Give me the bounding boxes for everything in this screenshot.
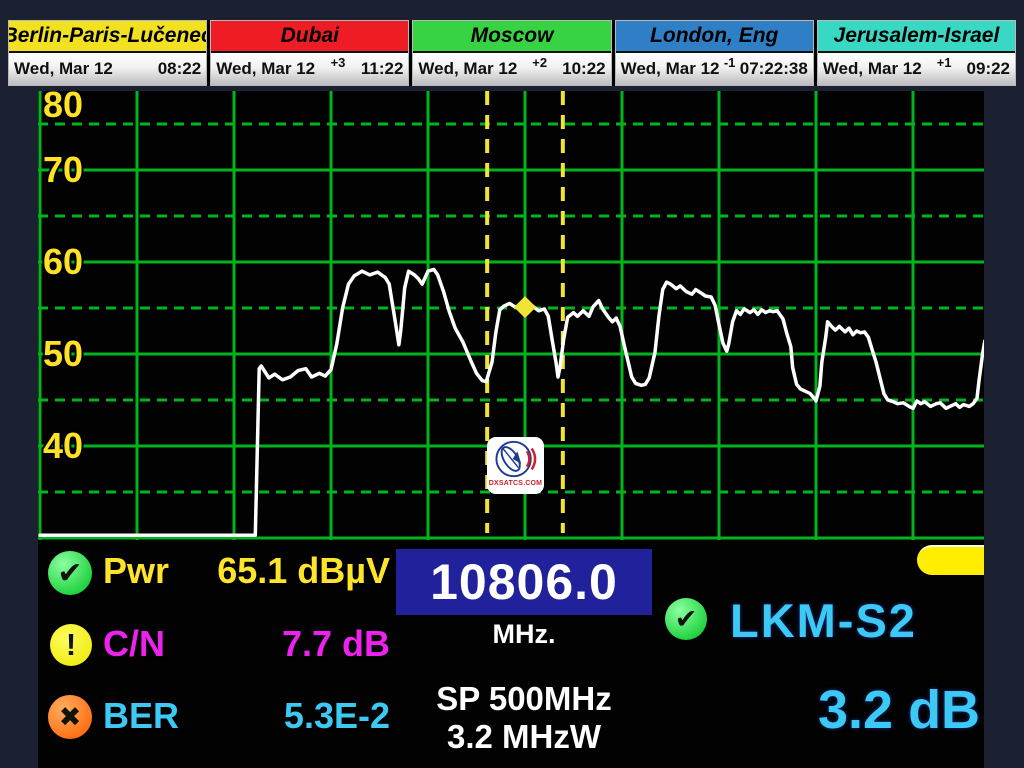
clock-time: 10:22 [562,59,605,79]
clock-dubai: Dubai Wed, Mar 12 +3 11:22 [210,20,409,86]
clock-utc-offset: +1 [937,55,952,70]
clock-moscow: Moscow Wed, Mar 12 +2 10:22 [412,20,611,86]
clock-time: 07:22:38 [740,59,808,79]
dxsatcs-watermark: DXSATCS.COM [487,437,544,494]
clock-berlin-paris-lucenec: Berlin-Paris-Lučenec Wed, Mar 12 08:22 [8,20,207,86]
analyzer-screen: 80 70 60 50 40 DXSATCS.COM ✔ Pwr 65.1 dBµV !… [38,91,984,768]
clock-time-row: Wed, Mar 12 +1 09:22 [818,53,1015,85]
y-axis-tick-label: 40 [43,425,83,466]
cn-value: 7.7 dB [178,623,390,665]
pwr-value: 65.1 dBµV [178,550,390,592]
yellow-indicator-pill[interactable] [917,545,984,575]
frequency-unit-label: MHz. [396,619,652,650]
pwr-status-check-icon: ✔ [48,551,92,595]
cn-warning-icon: ! [50,624,92,666]
y-axis-tick-label: 60 [43,241,83,282]
satellite-dish-icon [488,438,543,480]
y-axis-tick-label: 50 [43,333,83,374]
clock-date: Wed, Mar 12 [823,59,922,79]
clock-city-name: Jerusalem-Israel [818,21,1015,53]
clock-time-row: Wed, Mar 12 +3 11:22 [211,53,408,85]
clock-utc-offset: -1 [724,55,736,70]
ber-value: 5.3E-2 [178,695,390,737]
signal-margin-value: 3.2 dB [818,679,980,741]
cross-glyph: ✖ [59,702,82,733]
clock-city-name: Dubai [211,21,408,53]
clock-time-row: Wed, Mar 12 +2 10:22 [413,53,610,85]
watermark-text: DXSATCS.COM [489,480,542,488]
span-setting-label: SP 500MHz [381,680,667,718]
ber-fail-icon: ✖ [48,695,92,739]
exclamation-glyph: ! [66,627,76,663]
y-axis-tick-label: 80 [43,91,83,125]
clock-date: Wed, Mar 12 [216,59,315,79]
clock-city-name: London, Eng [616,21,813,53]
y-axis-tick-label: 70 [43,149,83,190]
bandwidth-setting-label: 3.2 MHzW [381,718,667,756]
clock-time-row: Wed, Mar 12 08:22 [9,53,206,85]
clock-city-name: Moscow [413,21,610,53]
center-frequency-field[interactable]: 10806.0 [396,549,652,615]
pwr-label: Pwr [103,550,169,592]
signal-lock-check-icon: ✔ [665,598,707,640]
clock-utc-offset: +2 [532,55,547,70]
clock-time: 11:22 [361,59,404,79]
clock-date: Wed, Mar 12 [418,59,517,79]
clock-london-eng: London, Eng Wed, Mar 12 -1 07:22:38 [615,20,814,86]
clock-jerusalem-israel: Jerusalem-Israel Wed, Mar 12 +1 09:22 [817,20,1016,86]
clock-date: Wed, Mar 12 [14,59,113,79]
world-clocks-panel: Berlin-Paris-Lučenec Wed, Mar 12 08:22 D… [8,20,1016,86]
signal-standard-label: LKM-S2 [730,593,917,648]
cn-label: C/N [103,623,165,665]
clock-date: Wed, Mar 12 [621,59,720,79]
center-marker-diamond [514,296,536,318]
clock-utc-offset: +3 [331,55,346,70]
clock-time: 09:22 [967,59,1010,79]
clock-time-row: Wed, Mar 12 -1 07:22:38 [616,53,813,85]
check-glyph: ✔ [675,604,698,635]
check-glyph: ✔ [57,556,82,591]
clock-time: 08:22 [158,59,201,79]
clock-city-name: Berlin-Paris-Lučenec [9,21,206,53]
ber-label: BER [103,695,179,737]
